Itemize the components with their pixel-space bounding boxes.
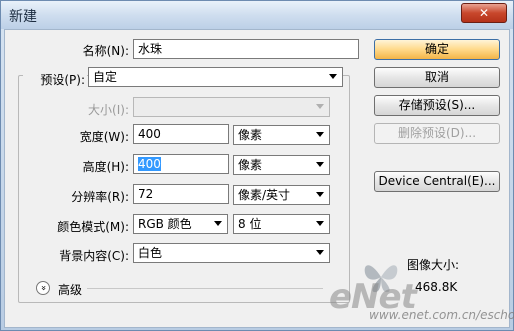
width-unit-select[interactable]: 像素 bbox=[233, 125, 330, 145]
resolution-label: 分辨率(R): bbox=[71, 190, 129, 204]
chevron-down-icon bbox=[316, 250, 324, 255]
background-label: 背景内容(C): bbox=[59, 249, 129, 263]
color-mode-select[interactable]: RGB 颜色 bbox=[133, 214, 228, 234]
advanced-divider bbox=[87, 288, 323, 289]
watermark-url: www.enet.com.cn/eschool bbox=[369, 308, 514, 322]
device-central-button[interactable]: Device Central(E)... bbox=[374, 171, 500, 192]
advanced-label: 高级 bbox=[58, 283, 83, 297]
title-bar: 新建 ✕ bbox=[1, 1, 513, 29]
close-button[interactable]: ✕ bbox=[461, 3, 507, 23]
width-unit-value: 像素 bbox=[238, 128, 263, 142]
save-preset-button[interactable]: 存储预设(S)... bbox=[374, 95, 500, 116]
height-value: 400 bbox=[138, 157, 161, 171]
close-icon: ✕ bbox=[478, 6, 490, 20]
image-size-value: 468.8K bbox=[415, 280, 458, 294]
preset-value: 自定 bbox=[93, 70, 118, 84]
new-document-dialog: 新建 ✕ 名称(N): 水珠 预设(P): 自定 大小(I): 宽度(W): 4… bbox=[0, 0, 514, 331]
dialog-body: 名称(N): 水珠 预设(P): 自定 大小(I): 宽度(W): 400 像素… bbox=[4, 29, 510, 328]
size-label: 大小(I): bbox=[88, 103, 129, 117]
height-input[interactable]: 400 bbox=[133, 154, 229, 174]
advanced-toggle-button[interactable]: » bbox=[36, 281, 50, 295]
chevron-down-icon bbox=[316, 132, 324, 137]
resolution-unit-select[interactable]: 像素/英寸 bbox=[233, 185, 330, 205]
ok-button[interactable]: 确定 bbox=[374, 39, 500, 60]
height-unit-value: 像素 bbox=[238, 158, 263, 172]
size-select bbox=[133, 97, 330, 117]
height-unit-select[interactable]: 像素 bbox=[233, 155, 330, 175]
bit-depth-value: 8 位 bbox=[238, 217, 262, 231]
chevron-down-icon bbox=[329, 74, 337, 79]
chevron-down-icon bbox=[316, 192, 324, 197]
preset-label: 预设(P): bbox=[23, 71, 87, 88]
double-chevron-down-icon: » bbox=[37, 285, 48, 291]
name-label: 名称(N): bbox=[82, 44, 129, 58]
dialog-title: 新建 bbox=[9, 9, 37, 25]
color-mode-value: RGB 颜色 bbox=[138, 217, 192, 231]
chevron-down-icon bbox=[214, 221, 222, 226]
name-input[interactable]: 水珠 bbox=[133, 39, 359, 59]
width-label: 宽度(W): bbox=[79, 130, 129, 144]
chevron-down-icon bbox=[316, 104, 324, 109]
image-size-label: 图像大小: bbox=[407, 258, 460, 272]
resolution-input[interactable]: 72 bbox=[133, 184, 229, 204]
resolution-unit-value: 像素/英寸 bbox=[238, 188, 291, 202]
chevron-down-icon bbox=[316, 162, 324, 167]
height-label: 高度(H): bbox=[82, 160, 129, 174]
width-input[interactable]: 400 bbox=[133, 124, 229, 144]
color-mode-label: 颜色模式(M): bbox=[57, 220, 129, 234]
preset-select[interactable]: 自定 bbox=[88, 67, 343, 87]
background-select[interactable]: 白色 bbox=[133, 243, 330, 263]
cancel-button[interactable]: 取消 bbox=[374, 67, 500, 88]
delete-preset-button: 删除预设(D)... bbox=[374, 123, 500, 144]
chevron-down-icon bbox=[316, 221, 324, 226]
bit-depth-select[interactable]: 8 位 bbox=[233, 214, 330, 234]
background-value: 白色 bbox=[138, 246, 163, 260]
